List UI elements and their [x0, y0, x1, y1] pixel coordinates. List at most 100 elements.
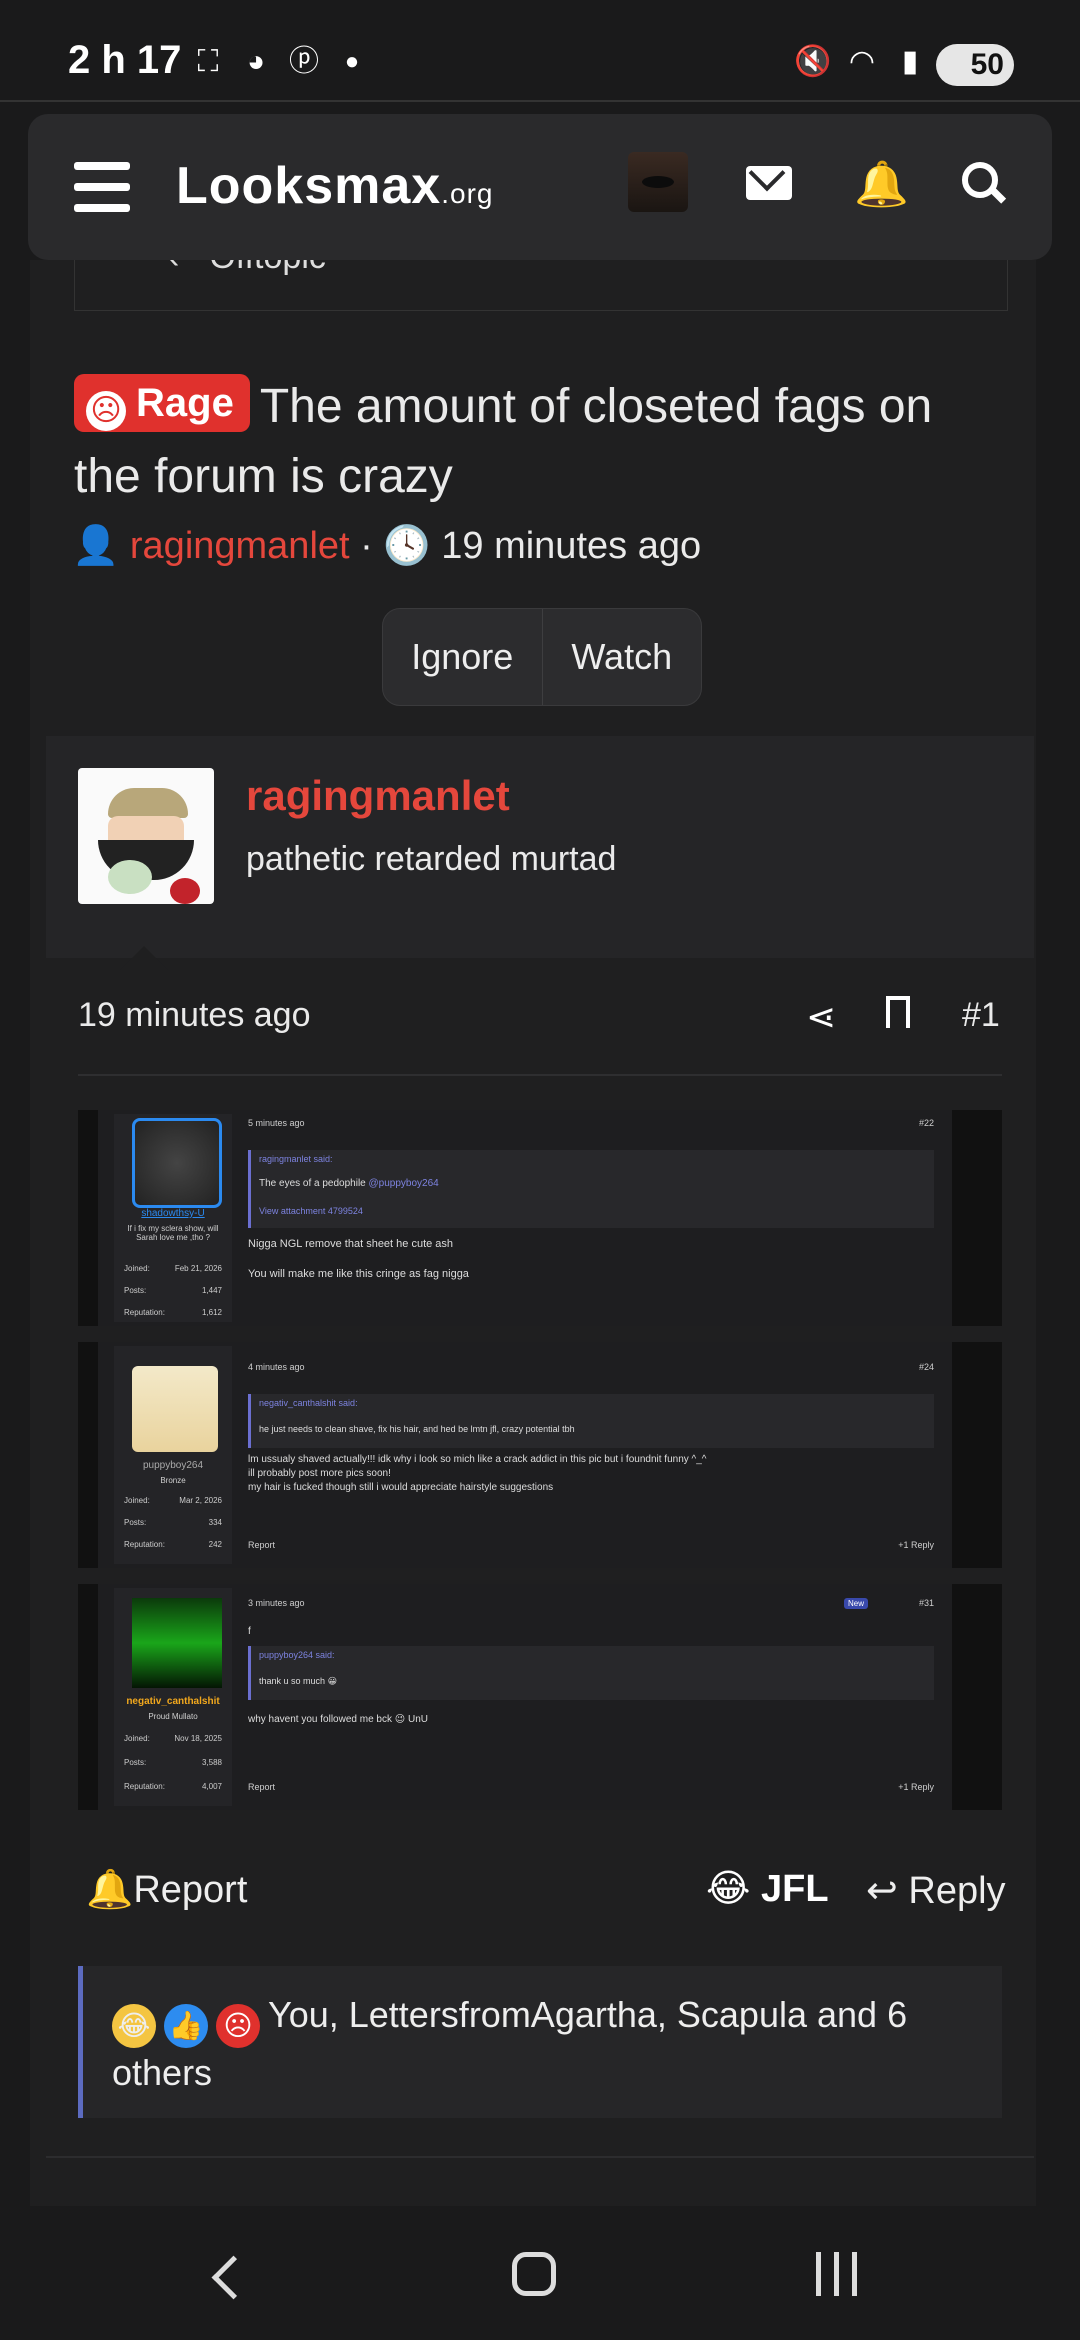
embedded-time: 3 minutes ago	[248, 1598, 305, 1608]
thread-author-link[interactable]: ragingmanlet	[130, 525, 350, 567]
search-icon[interactable]	[962, 162, 1008, 208]
post-time[interactable]: 19 minutes ago	[78, 996, 311, 1035]
reply-arrow-icon: ↩	[866, 1870, 898, 1912]
quote-attachment: View attachment 4799524	[259, 1206, 363, 1216]
embedded-username: shadowthsy-U	[141, 1208, 205, 1219]
rage-prefix-label: Rage	[136, 381, 234, 425]
embedded-quote: negativ_canthalshit said: he just needs …	[248, 1394, 934, 1448]
bell-icon: 🔔	[86, 1869, 134, 1911]
bookmark-icon[interactable]	[886, 996, 910, 1028]
mail-icon[interactable]	[746, 154, 792, 200]
embedded-react: +1	[898, 1540, 909, 1550]
thread-meta: 👤 ragingmanlet · 🕓 19 minutes ago	[72, 524, 701, 568]
laughing-crying-icon: 😂	[112, 2004, 156, 2048]
post-author-title: pathetic retarded murtad	[246, 840, 617, 878]
embedded-reply: Reply	[910, 1782, 934, 1792]
embedded-line-2: ill probably post more pics soon!	[248, 1468, 391, 1479]
embedded-line-1: lm ussualy shaved actually!!! idk why i …	[248, 1454, 707, 1465]
pinterest-icon: ⓟ	[289, 45, 319, 78]
post-author-avatar[interactable]	[78, 768, 214, 904]
angry-face-icon: ☹	[86, 391, 126, 431]
share-icon[interactable]: ⋖	[806, 996, 836, 1038]
embedded-number: #31	[918, 1598, 934, 1608]
reputation-value: 1,612	[201, 1308, 222, 1317]
joined-value: Mar 2, 2026	[179, 1496, 222, 1505]
embedded-quote: ragingmanlet said: The eyes of a pedophi…	[248, 1150, 934, 1228]
embedded-line-0: f	[248, 1626, 251, 1637]
quote-author: ragingmanlet said:	[259, 1154, 333, 1164]
reactions-summary[interactable]: 😂 👍 ☹ You, LettersfromAgartha, Scapula and …	[112, 1990, 972, 2098]
post-separator	[46, 2156, 1034, 2158]
report-label: Report	[133, 1869, 248, 1911]
posts-label: Posts:	[124, 1758, 147, 1767]
joined-label: Joined:	[124, 1734, 150, 1743]
embedded-line-2: You will make me like this cringe as fag…	[248, 1268, 469, 1280]
battery-indicator: 50	[936, 44, 1014, 86]
account-avatar[interactable]	[628, 152, 688, 212]
embedded-user-title: Proud Mullato	[148, 1712, 198, 1721]
embedded-post-body: 3 minutes ago New #31 f puppyboy264 said…	[238, 1584, 948, 1810]
reaction-button[interactable]: 😂 JFL	[706, 1866, 829, 1911]
embedded-user-sidebar: puppyboy264 Bronze Joined: Mar 2, 2026 Po…	[114, 1346, 232, 1564]
embedded-image-3[interactable]: negativ_canthalshit Proud Mullato Joined…	[78, 1584, 1002, 1810]
embedded-react: +1	[898, 1782, 909, 1792]
quote-text: he just needs to clean shave, fix his ha…	[259, 1424, 575, 1434]
quote-text: The eyes of a pedophile	[259, 1178, 366, 1189]
embedded-user-title: Bronze	[160, 1476, 186, 1485]
joined-label: Joined:	[124, 1264, 150, 1273]
embedded-quote: puppyboy264 said: thank u so much 😀	[248, 1646, 934, 1700]
reputation-value: 242	[208, 1540, 222, 1549]
site-logo[interactable]: Looksmax.org	[176, 156, 493, 216]
back-icon[interactable]	[211, 2255, 256, 2300]
post-author-name[interactable]: ragingmanlet	[246, 772, 510, 820]
status-bar: 2 h 17 ⛶ ◕ ⓟ ● 🔇 ◠ ▮ 50	[0, 0, 1080, 100]
posts-value: 1,447	[201, 1286, 222, 1295]
menu-icon[interactable]	[74, 162, 130, 225]
ignore-button[interactable]: Ignore	[383, 609, 543, 705]
embedded-image-2[interactable]: puppyboy264 Bronze Joined: Mar 2, 2026 Po…	[78, 1342, 1002, 1568]
reply-button[interactable]: ↩ Reply	[866, 1868, 1006, 1913]
joined-value: Nov 18, 2025	[174, 1734, 222, 1743]
recents-icon[interactable]	[814, 2252, 860, 2296]
mute-icon: 🔇	[794, 45, 832, 78]
embedded-user-title: If i fix my sclera show, will Sarah love…	[127, 1224, 219, 1242]
report-button[interactable]: 🔔Report	[86, 1868, 247, 1912]
embedded-report: Report	[248, 1540, 276, 1550]
embedded-post-body: 4 minutes ago #24 negativ_canthalshit sa…	[238, 1342, 948, 1568]
posts-label: Posts:	[124, 1286, 147, 1295]
embedded-username: negativ_canthalshit	[126, 1696, 220, 1707]
post-number[interactable]: #1	[962, 996, 1000, 1035]
reputation-value: 4,007	[201, 1782, 222, 1791]
reputation-label: Reputation:	[124, 1782, 165, 1791]
card-pointer	[120, 946, 168, 970]
wifi-icon: ◠	[848, 45, 876, 78]
joined-value: Feb 21, 2026	[174, 1264, 222, 1273]
embedded-line-1: Nigga NGL remove that sheet he cute ash	[248, 1238, 454, 1250]
quote-author: puppyboy264 said:	[259, 1650, 335, 1660]
home-icon[interactable]	[512, 2252, 556, 2296]
embedded-line-3: my hair is fucked though still i would a…	[248, 1482, 554, 1493]
dot-icon: ●	[344, 48, 360, 75]
watch-button[interactable]: Watch	[543, 609, 702, 705]
rage-prefix-badge[interactable]: ☹ Rage	[74, 374, 250, 432]
joined-label: Joined:	[124, 1496, 150, 1505]
embedded-report: Report	[248, 1782, 276, 1792]
embedded-time: 4 minutes ago	[248, 1362, 305, 1372]
post-divider	[78, 1074, 1002, 1076]
embedded-time: 5 minutes ago	[248, 1118, 305, 1128]
embedded-post-body: 5 minutes ago #22 ragingmanlet said: The…	[238, 1110, 948, 1326]
wink-emoji-icon: 😉	[394, 1714, 406, 1725]
status-time: 2 h 17	[68, 38, 182, 82]
bell-icon[interactable]: 🔔	[854, 158, 909, 210]
embedded-image-1[interactable]: shadowthsy-U If i fix my sclera show, wi…	[78, 1110, 1002, 1326]
logo-suffix: .org	[441, 178, 494, 209]
signal-icon: ▮	[901, 45, 919, 78]
quote-text: thank u so much	[259, 1676, 326, 1686]
embedded-line-1-end: UnU	[407, 1714, 428, 1725]
thread-time[interactable]: 19 minutes ago	[441, 525, 701, 567]
grin-emoji-icon: 😀	[327, 1676, 337, 1686]
reputation-label: Reputation:	[124, 1308, 165, 1317]
thumbs-up-icon: 👍	[164, 2004, 208, 2048]
embedded-username: puppyboy264	[142, 1460, 204, 1471]
clock-icon: 🕓	[383, 525, 431, 567]
